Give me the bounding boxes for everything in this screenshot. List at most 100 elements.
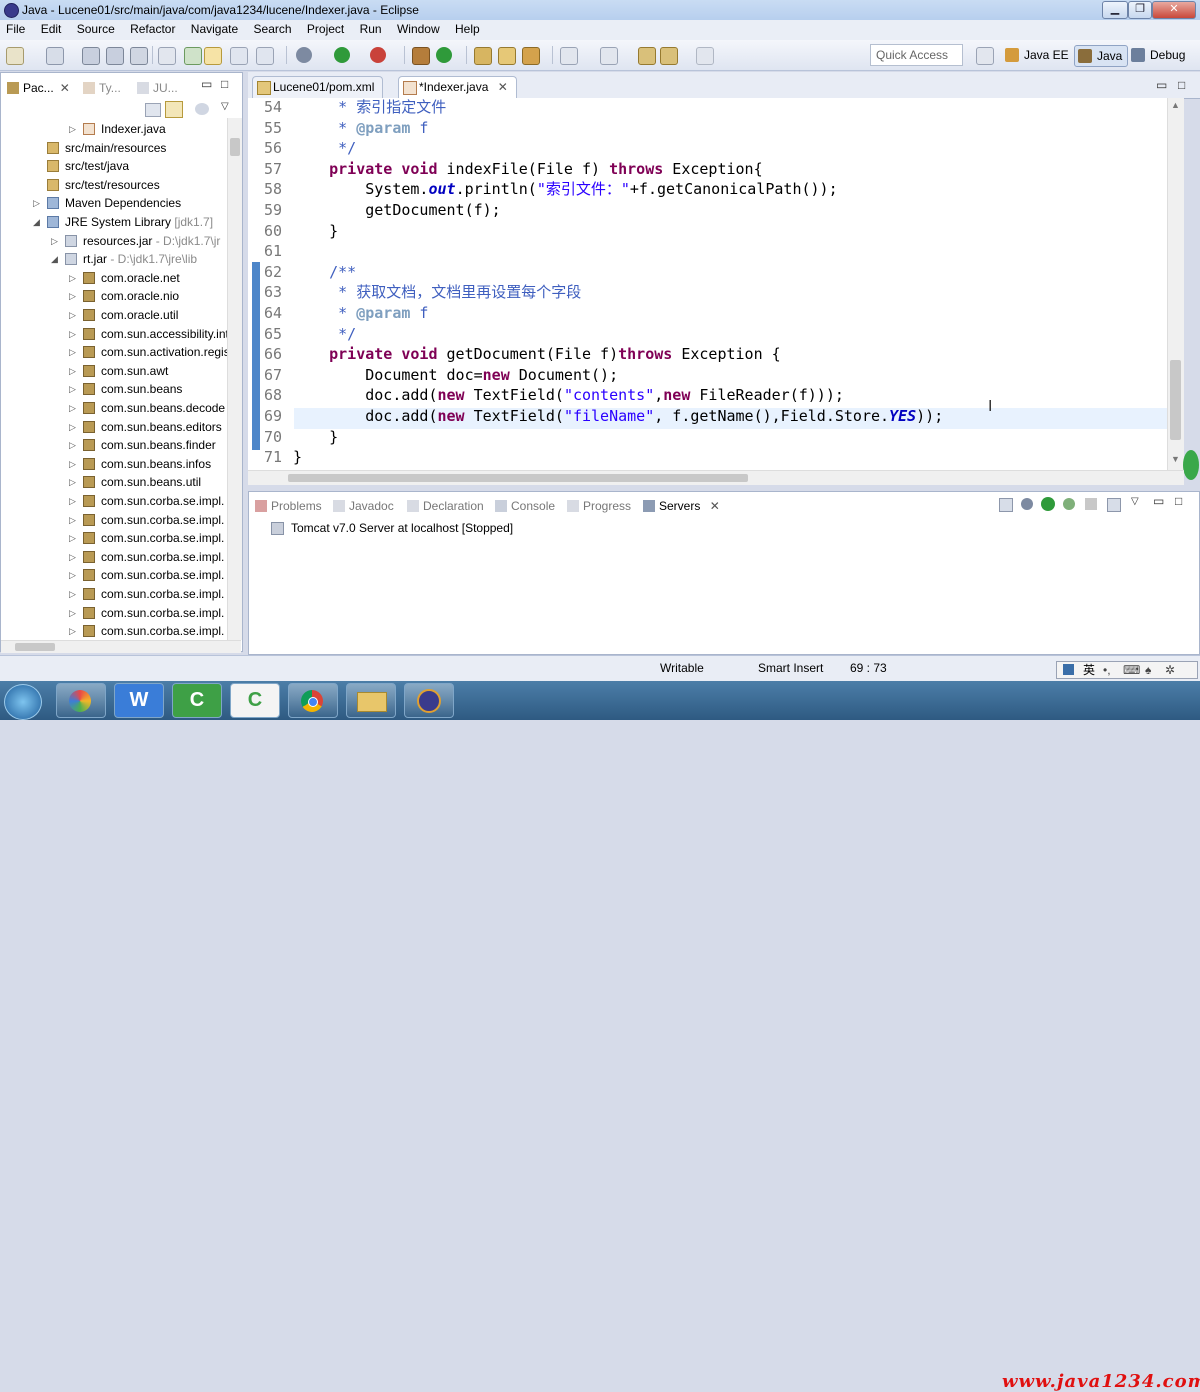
expand-arrow-icon[interactable]: ▷ xyxy=(33,194,43,212)
forward-icon[interactable] xyxy=(696,47,714,65)
menu-help[interactable]: Help xyxy=(449,20,486,36)
expand-arrow-icon[interactable]: ▷ xyxy=(69,492,79,510)
new-java-class-icon[interactable] xyxy=(436,47,452,63)
debug-server-icon[interactable] xyxy=(1021,498,1033,510)
tab-servers[interactable]: Servers ✕ xyxy=(643,497,720,515)
new-icon[interactable] xyxy=(6,47,24,65)
expand-arrow-icon[interactable]: ▷ xyxy=(69,269,79,287)
start-button-icon[interactable] xyxy=(4,684,42,720)
start-server-icon[interactable] xyxy=(1041,497,1055,511)
collapse-icon[interactable] xyxy=(999,498,1013,512)
close-button[interactable]: ✕ xyxy=(1152,1,1196,19)
perspective-debug[interactable]: Debug xyxy=(1128,45,1190,65)
taskbar-chrome-icon[interactable] xyxy=(288,683,338,718)
expand-arrow-icon[interactable]: ▷ xyxy=(69,399,79,417)
block-select-icon[interactable] xyxy=(256,47,274,65)
minimize-view-icon[interactable]: ▭ xyxy=(201,77,212,91)
perspective-java-ee[interactable]: Java EE xyxy=(1002,45,1074,65)
taskbar-colorful-app-icon[interactable] xyxy=(56,683,106,718)
expand-arrow-icon[interactable]: ▷ xyxy=(69,455,79,473)
taskbar-camtasia-recorder-icon[interactable]: C xyxy=(230,683,280,718)
perspective-java[interactable]: Java xyxy=(1074,45,1129,67)
expand-arrow-icon[interactable]: ▷ xyxy=(69,306,79,324)
print-icon[interactable] xyxy=(130,47,148,65)
tab-console[interactable]: Console xyxy=(495,497,555,515)
expand-arrow-icon[interactable]: ▷ xyxy=(51,232,61,250)
tab-progress[interactable]: Progress xyxy=(567,497,631,515)
ime-skin-icon[interactable]: ♠ xyxy=(1145,662,1151,678)
tab-indexer-java[interactable]: *Indexer.java ✕ xyxy=(398,76,517,98)
new-java-package-icon[interactable] xyxy=(412,47,430,65)
open-task-icon[interactable] xyxy=(474,47,492,65)
taskbar-word-icon[interactable]: W xyxy=(114,683,164,718)
taskbar-explorer-icon[interactable] xyxy=(346,683,396,718)
menu-refactor[interactable]: Refactor xyxy=(124,20,181,36)
previous-annotation-icon[interactable] xyxy=(600,47,618,65)
open-folder-icon[interactable] xyxy=(498,47,516,65)
editor-horizontal-scrollbar[interactable] xyxy=(248,470,1184,485)
debug-icon[interactable] xyxy=(296,47,312,63)
maximize-button[interactable]: ❐ xyxy=(1128,1,1152,19)
close-icon[interactable]: ✕ xyxy=(498,80,508,94)
toggle-mark-icon[interactable] xyxy=(158,47,176,65)
view-menu-dropdown-icon[interactable]: ▽ xyxy=(1131,496,1139,507)
menu-search[interactable]: Search xyxy=(248,20,298,36)
collapse-all-icon[interactable] xyxy=(145,103,161,117)
quick-access-input[interactable]: Quick Access xyxy=(870,44,963,66)
external-tools-icon[interactable] xyxy=(370,47,386,63)
maximize-editor-icon[interactable]: □ xyxy=(1178,78,1185,92)
maximize-view-icon[interactable]: □ xyxy=(1175,494,1182,508)
expand-arrow-icon[interactable]: ▷ xyxy=(69,436,79,454)
tab-pom-xml[interactable]: Lucene01/pom.xml xyxy=(252,76,384,98)
tab-junit[interactable]: JU... xyxy=(137,79,178,97)
menu-source[interactable]: Source xyxy=(71,20,121,36)
tab-package-explorer[interactable]: Pac... ✕ xyxy=(7,79,71,97)
expand-arrow-icon[interactable]: ▷ xyxy=(69,529,79,547)
tab-problems[interactable]: Problems xyxy=(255,497,322,515)
expand-arrow-icon[interactable]: ▷ xyxy=(69,380,79,398)
search-tool-icon[interactable] xyxy=(522,47,540,65)
save-icon[interactable] xyxy=(82,47,100,65)
tab-type-hierarchy[interactable]: Ty... xyxy=(83,79,121,97)
expand-arrow-icon[interactable]: ▷ xyxy=(69,325,79,343)
maximize-view-icon[interactable]: □ xyxy=(221,77,228,91)
taskbar-eclipse-icon[interactable] xyxy=(404,683,454,718)
tab-javadoc[interactable]: Javadoc xyxy=(333,497,394,515)
ime-punctuation-icon[interactable]: •, xyxy=(1103,662,1111,678)
minimize-editor-icon[interactable]: ▭ xyxy=(1156,78,1167,92)
run-icon[interactable] xyxy=(334,47,350,63)
show-whitespace-icon[interactable] xyxy=(230,47,248,65)
expand-arrow-icon[interactable]: ▷ xyxy=(69,548,79,566)
ime-keyboard-icon[interactable]: ⌨ xyxy=(1123,662,1140,678)
close-icon[interactable]: ✕ xyxy=(60,81,70,95)
expand-arrow-icon[interactable]: ▷ xyxy=(69,604,79,622)
menu-navigate[interactable]: Navigate xyxy=(185,20,244,36)
menu-window[interactable]: Window xyxy=(391,20,446,36)
open-type-icon[interactable] xyxy=(46,47,64,65)
menu-file[interactable]: File xyxy=(0,20,31,36)
close-icon[interactable]: ✕ xyxy=(710,499,720,513)
menu-edit[interactable]: Edit xyxy=(35,20,68,36)
stop-server-icon[interactable] xyxy=(1085,498,1097,510)
expand-arrow-icon[interactable]: ▷ xyxy=(69,511,79,529)
publish-icon[interactable] xyxy=(1107,498,1121,512)
menu-run[interactable]: Run xyxy=(354,20,388,36)
last-edit-location-icon[interactable] xyxy=(638,47,656,65)
ime-settings-icon[interactable]: ✲ xyxy=(1165,662,1175,678)
view-menu-icon[interactable] xyxy=(195,103,209,115)
taskbar-camtasia-icon[interactable]: C xyxy=(172,683,222,718)
profile-server-icon[interactable] xyxy=(1063,498,1075,510)
minimize-button[interactable]: ▁ xyxy=(1102,1,1128,19)
back-icon[interactable] xyxy=(660,47,678,65)
view-menu-dropdown-icon[interactable]: ▽ xyxy=(221,101,229,112)
expand-arrow-icon[interactable]: ◢ xyxy=(33,213,43,231)
tab-declaration[interactable]: Declaration xyxy=(407,497,484,515)
ime-toolbar[interactable]: 英 •, ⌨ ♠ ✲ xyxy=(1056,661,1198,679)
open-perspective-icon[interactable] xyxy=(976,47,994,65)
next-annotation-icon[interactable] xyxy=(560,47,578,65)
expand-arrow-icon[interactable]: ◢ xyxy=(51,250,61,268)
tree-horizontal-scrollbar[interactable] xyxy=(1,640,241,653)
menu-project[interactable]: Project xyxy=(301,20,350,36)
toggle-highlight-icon[interactable] xyxy=(204,47,222,65)
expand-arrow-icon[interactable]: ▷ xyxy=(69,585,79,603)
